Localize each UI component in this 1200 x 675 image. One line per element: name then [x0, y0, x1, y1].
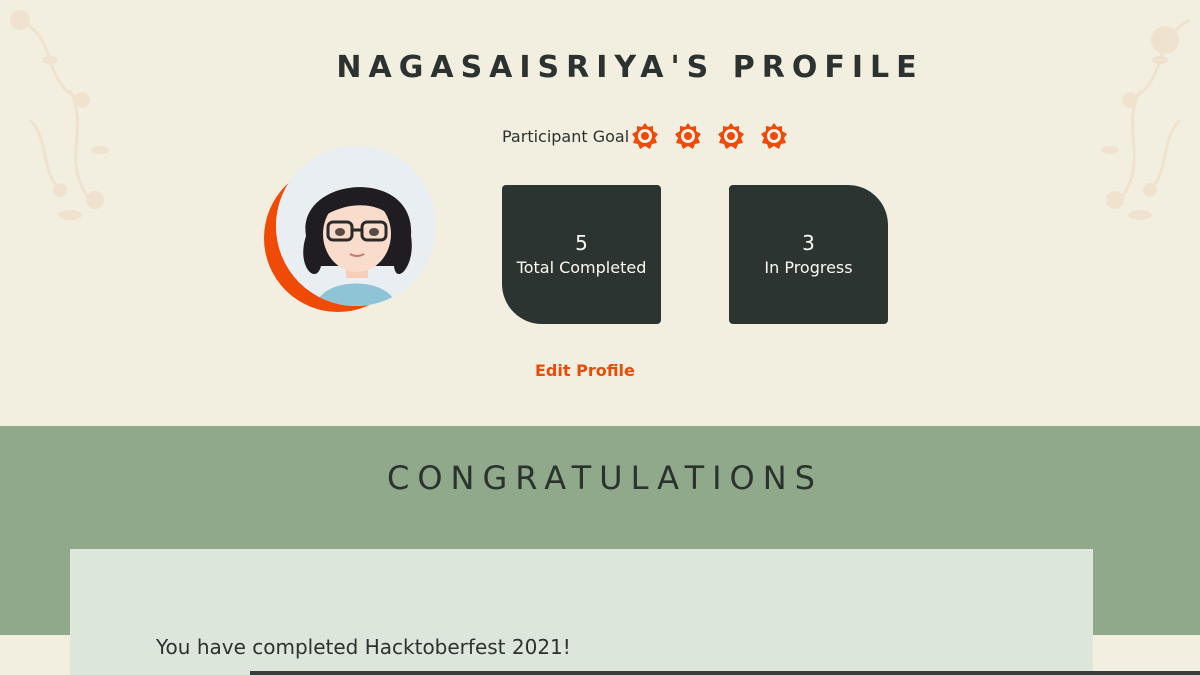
in-progress-count: 3: [802, 230, 815, 255]
gear-badge-icon: [675, 123, 702, 149]
participant-goal: Participant Goal: [502, 122, 803, 150]
avatar: [264, 146, 436, 318]
participant-goal-label: Participant Goal: [502, 126, 630, 146]
in-progress-card: 3 In Progress: [729, 185, 888, 324]
in-progress-label: In Progress: [764, 257, 853, 277]
gear-badge-icon: [632, 123, 659, 149]
total-completed-label: Total Completed: [516, 257, 647, 277]
completion-message: You have completed Hacktoberfest 2021!: [156, 635, 571, 659]
total-completed-card: 5 Total Completed: [502, 185, 661, 324]
congratulations-heading: CONGRATULATIONS: [387, 459, 823, 497]
congratulations-card: You have completed Hacktoberfest 2021!: [70, 549, 1093, 675]
goal-badges: [631, 122, 803, 150]
total-completed-count: 5: [575, 230, 588, 255]
avatar-image: [276, 146, 436, 306]
horizontal-scrollbar[interactable]: [250, 671, 1200, 675]
floral-decoration-right: [1101, 18, 1191, 220]
page-title: NAGASAISRIYA'S PROFILE: [336, 50, 924, 85]
floral-decoration-left: [10, 10, 109, 220]
gear-badge-icon: [718, 123, 745, 149]
gear-badge-icon: [761, 123, 788, 149]
edit-profile-link[interactable]: Edit Profile: [535, 361, 635, 380]
